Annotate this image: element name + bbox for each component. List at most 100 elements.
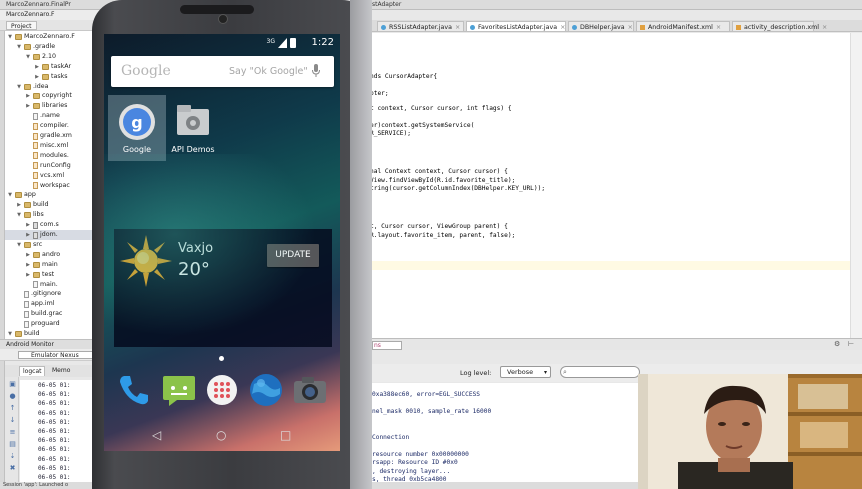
project-view-selector[interactable]: Project xyxy=(6,21,37,30)
expand-right-icon[interactable]: ▶ xyxy=(25,250,31,260)
close-icon[interactable]: × xyxy=(560,24,565,31)
expand-down-icon[interactable]: ▼ xyxy=(7,190,13,200)
tree-item[interactable]: ▼ src xyxy=(5,240,100,250)
tree-item[interactable]: workspac xyxy=(5,181,100,191)
app-google[interactable]: g Google xyxy=(108,95,166,161)
expand-down-icon[interactable]: ▼ xyxy=(16,210,22,220)
device-screen[interactable]: 3G 1:22 Google Say "Ok Google" g Google … xyxy=(104,34,340,451)
delete-icon[interactable]: ✖ xyxy=(9,465,16,472)
tree-item[interactable]: app.iml xyxy=(5,299,100,309)
expand-down-icon[interactable]: ▼ xyxy=(16,42,22,52)
tree-item[interactable]: ▶ jdom. xyxy=(5,230,100,240)
project-tree[interactable]: ▼ MarcoZennaro.F ▼ .gradle ▼ 2.10 ▶ taskAr ▶ task… xyxy=(5,31,100,339)
tree-item[interactable]: gradle.xm xyxy=(5,131,100,141)
tree-item[interactable]: misc.xml xyxy=(5,141,100,151)
down-arrow-icon[interactable]: ↓ xyxy=(9,417,16,424)
tree-item[interactable]: ▶ copyright xyxy=(5,91,100,101)
process-filter-select[interactable]: ns xyxy=(372,341,402,350)
expand-down-icon[interactable]: ▼ xyxy=(25,52,31,62)
dock-browser[interactable] xyxy=(248,372,284,408)
code-editor[interactable]: nds CursorAdapter{pter; t context, Cursor… xyxy=(372,33,850,338)
tree-item[interactable]: ▼ MarcoZennaro.F xyxy=(5,32,100,42)
tree-item[interactable]: build.grac xyxy=(5,309,100,319)
tree-item[interactable]: ▶ andro xyxy=(5,250,100,260)
dock-messaging[interactable] xyxy=(161,372,197,408)
expand-right-icon[interactable]: ▶ xyxy=(16,200,22,210)
print-icon[interactable]: ▤ xyxy=(9,441,16,448)
tree-item[interactable]: proguard xyxy=(5,319,100,329)
tree-item[interactable]: ▼ app xyxy=(5,190,100,200)
weather-widget[interactable]: Vaxjo 20° UPDATE xyxy=(114,229,332,347)
home-icon[interactable]: ○ xyxy=(216,428,226,442)
dock-camera[interactable] xyxy=(292,372,328,408)
tree-item[interactable]: ▼ 2.10 xyxy=(5,52,100,62)
tree-item[interactable]: ▶ taskAr xyxy=(5,62,100,72)
editor-tab[interactable]: FavoritesListAdapter.java × xyxy=(466,21,566,32)
tree-item[interactable]: modules. xyxy=(5,151,100,161)
tree-item[interactable]: vcs.xml xyxy=(5,171,100,181)
expand-right-icon[interactable]: ▶ xyxy=(25,270,31,280)
record-icon[interactable]: ● xyxy=(9,393,16,400)
tab-memory[interactable]: Memo xyxy=(49,366,73,376)
settings-icon[interactable]: ⚙ xyxy=(834,340,840,348)
expand-down-icon[interactable]: ▼ xyxy=(7,32,13,42)
tree-item[interactable]: ▶ build xyxy=(5,200,100,210)
google-search-bar[interactable]: Google Say "Ok Google" xyxy=(111,56,334,87)
close-icon[interactable]: × xyxy=(822,24,827,31)
back-icon[interactable]: ◁ xyxy=(152,428,161,442)
scroll-end-icon[interactable]: ⇣ xyxy=(9,453,16,460)
tree-item[interactable]: ▶ tasks xyxy=(5,72,100,82)
folder-icon xyxy=(24,212,31,219)
tree-item[interactable]: main. xyxy=(5,280,100,290)
tree-item[interactable]: ▶ com.s xyxy=(5,220,100,230)
up-arrow-icon[interactable]: ↑ xyxy=(9,405,16,412)
tree-item[interactable]: .gitignore xyxy=(5,289,100,299)
tree-item[interactable]: ▼ .gradle xyxy=(5,42,100,52)
tree-item-label: copyright xyxy=(42,92,72,100)
expand-down-icon[interactable]: ▼ xyxy=(7,329,13,339)
editor-tab[interactable]: DBHelper.java × xyxy=(568,21,634,32)
editor-tab[interactable]: RSSListAdapter.java × xyxy=(377,21,464,32)
expand-right-icon[interactable]: ▶ xyxy=(25,230,31,240)
dock-app-drawer[interactable] xyxy=(204,372,240,408)
microphone-icon[interactable] xyxy=(312,64,320,77)
camera-capture-icon[interactable]: ▣ xyxy=(9,381,16,388)
tree-item[interactable]: ▶ libraries xyxy=(5,101,100,111)
tree-item[interactable]: runConfig xyxy=(5,161,100,171)
breadcrumb[interactable]: MarcoZennaro.F xyxy=(0,10,100,20)
editor-scrollbar[interactable] xyxy=(850,33,862,338)
expand-right-icon[interactable]: ▶ xyxy=(25,260,31,270)
tree-item[interactable]: .name xyxy=(5,111,100,121)
expand-down-icon[interactable]: ▼ xyxy=(16,82,22,92)
close-icon[interactable]: × xyxy=(716,24,721,31)
tree-item[interactable]: ▼ build xyxy=(5,329,100,339)
tree-item[interactable]: ▼ libs xyxy=(5,210,100,220)
editor-tab[interactable]: activity_description.xml × xyxy=(732,21,827,32)
expand-right-icon[interactable]: ▶ xyxy=(25,91,31,101)
expand-right-icon[interactable]: ▶ xyxy=(34,72,40,82)
tree-item[interactable]: ▼ .idea xyxy=(5,82,100,92)
weather-temperature: 20° xyxy=(178,259,210,280)
update-button[interactable]: UPDATE xyxy=(267,244,319,267)
close-icon[interactable]: × xyxy=(455,24,460,31)
tab-logcat[interactable]: logcat xyxy=(19,366,46,376)
close-icon[interactable]: × xyxy=(628,24,633,31)
expand-right-icon[interactable]: ▶ xyxy=(34,62,40,72)
tree-item[interactable]: ▶ test xyxy=(5,270,100,280)
expand-down-icon[interactable]: ▼ xyxy=(16,240,22,250)
tree-item[interactable]: ▶ main xyxy=(5,260,100,270)
folder-icon xyxy=(33,271,40,278)
minimize-icon[interactable]: ⊢ xyxy=(848,340,854,348)
dock-phone[interactable] xyxy=(116,372,152,408)
expand-right-icon[interactable]: ▶ xyxy=(25,101,31,111)
tree-item[interactable]: compiler. xyxy=(5,121,100,131)
wrap-icon[interactable]: ≡ xyxy=(9,429,16,436)
expand-right-icon[interactable]: ▶ xyxy=(25,220,31,230)
editor-tab-label: DBHelper.java xyxy=(580,24,625,31)
log-level-select[interactable]: Verbose ▾ xyxy=(500,366,551,378)
editor-tab[interactable]: AndroidManifest.xml × xyxy=(636,21,730,32)
device-selector[interactable]: Emulator Nexus xyxy=(18,351,98,359)
app-api-demos[interactable]: API Demos xyxy=(164,95,222,161)
log-search-input[interactable] xyxy=(560,366,640,378)
recents-icon[interactable]: □ xyxy=(280,428,291,442)
